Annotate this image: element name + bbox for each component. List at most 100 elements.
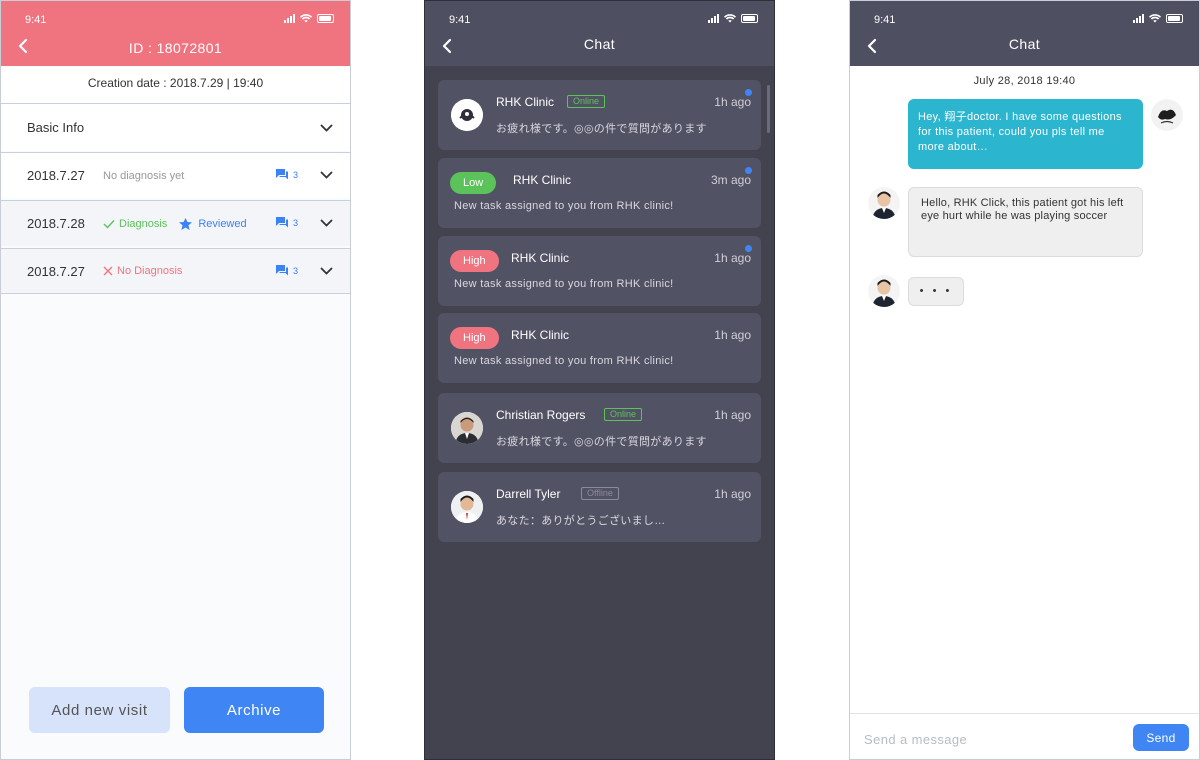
signal-icon	[284, 14, 295, 23]
person-avatar	[451, 491, 483, 523]
chat-name: RHK Clinic	[511, 251, 570, 265]
visit-row[interactable]: 2018.7.27 No diagnosis yet 3	[1, 152, 350, 198]
doctor-avatar	[868, 187, 900, 219]
priority-badge: High	[450, 250, 499, 272]
battery-icon	[317, 14, 334, 23]
reviewed-text: Reviewed	[198, 217, 247, 230]
chat-time: 1h ago	[714, 487, 751, 501]
chat-list-item[interactable]: High RHK Clinic 1h ago New task assigned…	[438, 236, 761, 306]
clinic-logo-icon	[1151, 99, 1183, 131]
chat-time: 1h ago	[714, 328, 751, 342]
chat-preview: New task assigned to you from RHK clinic…	[454, 200, 674, 212]
status-icons	[1133, 14, 1183, 23]
chevron-down-icon[interactable]	[320, 169, 333, 181]
chat-list-item[interactable]: Darrell Tyler Offline 1h ago あなた：ありがとうござ…	[438, 472, 761, 542]
status-icons	[708, 14, 758, 23]
comment-icon	[275, 265, 288, 276]
chat-preview: New task assigned to you from RHK clinic…	[454, 355, 674, 367]
wifi-icon	[724, 14, 736, 23]
basic-info-row[interactable]: Basic Info	[1, 103, 350, 151]
scrollbar[interactable]	[767, 85, 770, 133]
close-icon	[103, 266, 113, 276]
diagnosis-status: No Diagnosis	[103, 265, 182, 277]
comment-count[interactable]: 3	[275, 169, 298, 180]
comment-count-text: 3	[292, 217, 298, 228]
diagnosis-status-text: No Diagnosis	[117, 265, 183, 277]
comment-icon	[275, 169, 288, 180]
chat-time: 1h ago	[714, 251, 751, 265]
chat-list-header: 9:41 Chat	[425, 1, 774, 66]
chat-list-item[interactable]: High RHK Clinic 1h ago New task assigned…	[438, 313, 761, 383]
page-title: Chat	[583, 36, 616, 52]
diagnosis-status: No diagnosis yet	[103, 170, 184, 182]
message-date: July 28, 2018 19:40	[973, 75, 1076, 87]
message-composer: Send	[850, 713, 1199, 759]
archive-button[interactable]: Archive	[184, 687, 324, 733]
comment-icon	[275, 217, 288, 228]
doctor-avatar	[868, 275, 900, 307]
status-bar: 9:41	[1, 1, 350, 37]
status-time: 9:41	[25, 14, 47, 26]
page-title: ID : 18072801	[128, 40, 223, 56]
chat-list-item[interactable]: Christian Rogers Online 1h ago お疲れ様です。◎◎…	[438, 393, 761, 463]
diagnosis-status: Diagnosis	[103, 218, 167, 230]
online-badge: Online	[567, 95, 606, 108]
visit-screen: 9:41 ID : 18072801 Creation date : 2018.…	[0, 0, 351, 760]
chevron-down-icon[interactable]	[320, 122, 333, 134]
priority-badge: Low	[450, 172, 497, 194]
unread-dot	[745, 245, 752, 252]
signal-icon	[1133, 14, 1144, 23]
send-button[interactable]: Send	[1133, 724, 1189, 751]
status-time: 9:41	[874, 14, 896, 26]
comment-count[interactable]: 3	[275, 265, 298, 276]
online-badge: Online	[604, 408, 643, 421]
comment-count[interactable]: 3	[275, 217, 298, 228]
add-visit-button[interactable]: Add new visit	[29, 687, 170, 733]
chat-list-item[interactable]: RHK Clinic Online 1h ago お疲れ様です。◎◎の件で質問が…	[438, 80, 761, 150]
unread-dot	[745, 89, 752, 96]
visit-row[interactable]: 2018.7.28 Diagnosis Reviewed 3	[1, 200, 350, 246]
chat-list-item[interactable]: Low RHK Clinic 3m ago New task assigned …	[438, 158, 761, 228]
chat-preview: あなた：ありがとうございまし…	[496, 515, 666, 527]
visit-date: 2018.7.27	[27, 263, 85, 279]
chat-preview: お疲れ様です。◎◎の件で質問があります	[496, 436, 707, 448]
chevron-down-icon[interactable]	[320, 265, 333, 277]
chat-name: Darrell Tyler	[496, 487, 561, 501]
clinic-logo-icon	[451, 99, 483, 131]
star-icon	[179, 217, 193, 230]
comment-count-text: 3	[292, 169, 298, 180]
check-icon	[103, 219, 115, 229]
chevron-down-icon[interactable]	[320, 217, 333, 229]
wifi-icon	[300, 14, 312, 23]
comment-count-text: 3	[292, 265, 298, 276]
chat-time: 1h ago	[714, 408, 751, 422]
unread-dot	[745, 167, 752, 174]
basic-info-label: Basic Info	[27, 120, 85, 135]
chat-preview: New task assigned to you from RHK clinic…	[454, 278, 674, 290]
page-title: Chat	[1008, 36, 1041, 52]
person-avatar	[451, 412, 483, 444]
chat-name: RHK Clinic	[511, 328, 570, 342]
wifi-icon	[1149, 14, 1161, 23]
outgoing-message: Hey, 翔子doctor. I have some questions for…	[908, 99, 1143, 169]
status-bar: 9:41	[425, 1, 774, 37]
status-bar: 9:41	[850, 1, 1199, 37]
status-time: 9:41	[449, 14, 471, 26]
signal-icon	[708, 14, 719, 23]
priority-badge: High	[450, 327, 499, 349]
chat-name: RHK Clinic	[496, 95, 555, 109]
chat-time: 1h ago	[714, 95, 751, 109]
diagnosis-status-text: Diagnosis	[119, 217, 168, 230]
chat-list-screen: 9:41 Chat RHK Clinic Online 1h ago お疲れ様で…	[424, 0, 775, 760]
visit-date: 2018.7.28	[27, 216, 85, 231]
chat-name: RHK Clinic	[513, 173, 572, 187]
creation-date: Creation date : 2018.7.29 | 19:40	[1, 67, 350, 103]
typing-indicator: • • •	[908, 277, 964, 306]
message-input[interactable]	[864, 728, 1104, 750]
reviewed-status: Reviewed	[179, 217, 247, 230]
offline-badge: Offline	[581, 487, 619, 500]
diagnosis-status-text: No diagnosis yet	[103, 169, 185, 182]
visit-row[interactable]: 2018.7.27 No Diagnosis 3	[1, 248, 350, 294]
status-icons	[284, 14, 334, 23]
incoming-message: Hello, RHK Click, this patient got his l…	[908, 187, 1143, 257]
